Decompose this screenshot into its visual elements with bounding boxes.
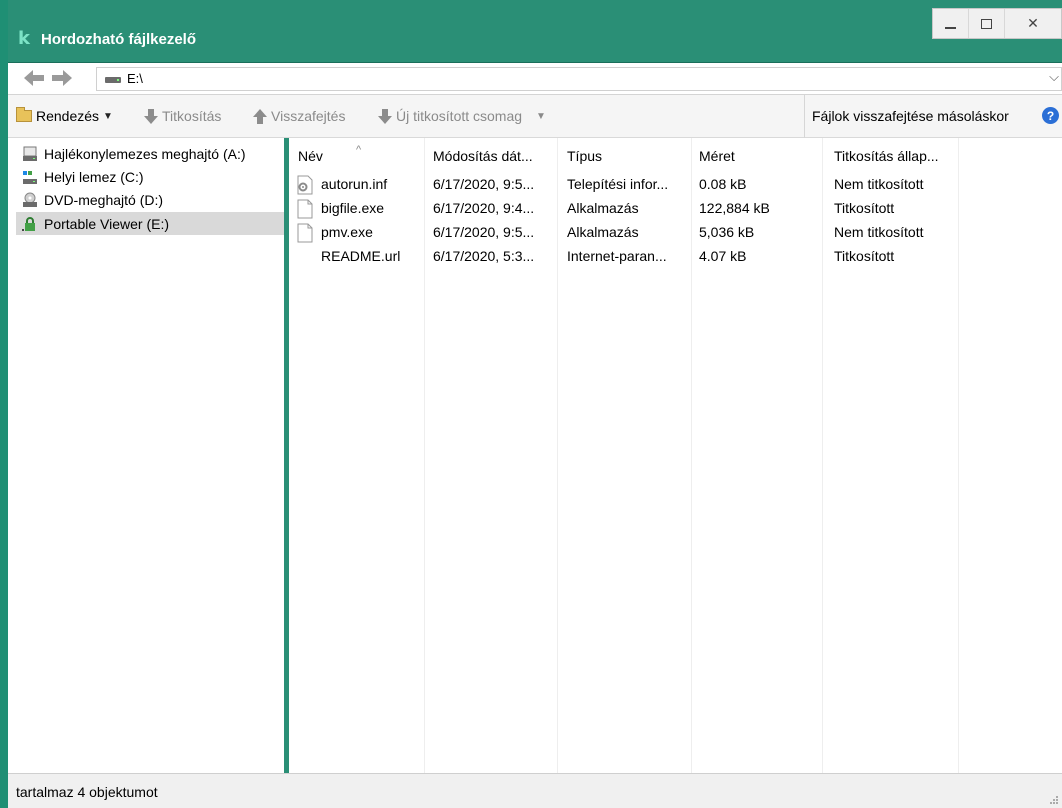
organize-label: Rendezés [36, 108, 100, 124]
table-row[interactable]: pmv.exe 6/17/2020, 9:5... Alkalmazás 5,0… [289, 221, 1062, 245]
file-modified: 6/17/2020, 5:3... [433, 248, 535, 264]
title-bar[interactable]: k Hordozható fájlkezelő ✕ [8, 0, 1062, 62]
decrypt-label: Visszafejtés [271, 108, 346, 124]
new-encrypted-package-button[interactable]: Új titkosított csomag ▼ [378, 108, 546, 124]
address-field[interactable]: E:\ ⌵ [96, 67, 1062, 91]
encrypt-button[interactable]: Titkosítás [144, 108, 221, 124]
tree-item-label: DVD-meghajtó (D:) [44, 191, 164, 208]
column-header-label: Név [298, 148, 323, 164]
file-size: 122,884 kB [699, 200, 770, 216]
file-name: pmv.exe [321, 224, 373, 240]
sort-ascending-icon: ^ [356, 144, 362, 156]
minimize-button[interactable] [933, 9, 969, 38]
floppy-drive-icon [23, 146, 37, 161]
chevron-down-icon[interactable]: ▼ [536, 111, 546, 122]
up-arrow-icon [253, 108, 267, 124]
address-path: E:\ [127, 71, 143, 86]
table-row[interactable]: README.url 6/17/2020, 5:3... Internet-pa… [289, 245, 1062, 269]
column-header-size[interactable]: Méret [699, 148, 735, 164]
chevron-down-icon: ▼ [103, 110, 113, 122]
file-modified: 6/17/2020, 9:5... [433, 224, 535, 240]
drive-icon [105, 77, 121, 83]
window-controls: ✕ [932, 8, 1062, 39]
file-size: 5,036 kB [699, 224, 755, 240]
new-package-label: Új titkosított csomag [396, 108, 523, 124]
tree-item-dvd[interactable]: DVD-meghajtó (D:) [16, 188, 284, 211]
down-arrow-icon [378, 108, 392, 124]
decrypt-button[interactable]: Visszafejtés [253, 108, 345, 124]
file-size: 4.07 kB [699, 248, 747, 264]
file-name: README.url [321, 248, 401, 264]
help-icon[interactable]: ? [1042, 107, 1059, 124]
status-text: tartalmaz 4 objektumot [16, 784, 158, 800]
maximize-icon [981, 18, 992, 29]
column-header-modified[interactable]: Módosítás dát... [433, 148, 533, 164]
local-disk-icon [23, 170, 37, 184]
file-type: Alkalmazás [567, 200, 639, 216]
file-type: Alkalmazás [567, 224, 639, 240]
tree-item-local-disk[interactable]: Helyi lemez (C:) [16, 165, 284, 188]
tree-item-label: Hajlékonylemezes meghajtó (A:) [44, 145, 246, 162]
column-header-status[interactable]: Titkosítás állap... [834, 148, 939, 164]
table-row[interactable]: bigfile.exe 6/17/2020, 9:4... Alkalmazás… [289, 197, 1062, 221]
toolbar-divider [804, 95, 805, 138]
maximize-button[interactable] [969, 9, 1005, 38]
file-icon [297, 223, 313, 243]
address-dropdown-icon[interactable]: ⌵ [1049, 69, 1059, 85]
column-header-name[interactable]: Név ^ [298, 144, 361, 164]
file-type: Telepítési infor... [567, 176, 669, 192]
folder-icon [16, 107, 32, 122]
decrypt-on-copy-toggle[interactable]: Fájlok visszafejtése másoláskor [812, 108, 1009, 124]
tree-item-floppy[interactable]: Hajlékonylemezes meghajtó (A:) [16, 142, 284, 165]
file-list: Név ^ Módosítás dát... Típus Méret Titko… [289, 138, 1062, 773]
file-modified: 6/17/2020, 9:4... [433, 200, 535, 216]
app-window: k Hordozható fájlkezelő ✕ E:\ ⌵ Rendezés… [0, 0, 1062, 808]
organize-button[interactable]: Rendezés ▼ [16, 107, 113, 124]
file-modified: 6/17/2020, 9:5... [433, 176, 535, 192]
close-icon: ✕ [1027, 15, 1039, 31]
close-button[interactable]: ✕ [1005, 9, 1061, 38]
main-content: Hajlékonylemezes meghajtó (A:) Helyi lem… [8, 138, 1062, 773]
settings-file-icon [297, 175, 313, 195]
drive-tree: Hajlékonylemezes meghajtó (A:) Helyi lem… [16, 138, 284, 773]
resize-grip-icon[interactable] [1048, 794, 1058, 804]
down-arrow-icon [144, 108, 158, 124]
dvd-drive-icon [23, 192, 37, 207]
file-encryption-status: Nem titkosított [834, 176, 924, 192]
status-bar: tartalmaz 4 objektumot [8, 773, 1062, 808]
app-logo-icon: k [18, 28, 30, 49]
tree-item-portable-viewer[interactable]: Portable Viewer (E:) [16, 212, 284, 235]
window-title: Hordozható fájlkezelő [41, 31, 197, 48]
file-encryption-status: Titkosított [834, 200, 895, 216]
address-bar: E:\ ⌵ [8, 62, 1062, 95]
tree-item-label: Portable Viewer (E:) [44, 215, 170, 232]
tree-item-label: Helyi lemez (C:) [44, 168, 144, 185]
file-type: Internet-paran... [567, 248, 667, 264]
file-size: 0.08 kB [699, 176, 747, 192]
file-name: autorun.inf [321, 176, 388, 192]
file-name: bigfile.exe [321, 200, 385, 216]
table-row[interactable]: autorun.inf 6/17/2020, 9:5... Telepítési… [289, 173, 1062, 197]
encrypted-drive-icon [22, 216, 35, 231]
file-encryption-status: Titkosított [834, 248, 895, 264]
forward-arrow-icon[interactable] [52, 70, 72, 86]
file-icon [297, 199, 313, 219]
minimize-icon [945, 26, 956, 29]
decrypt-on-copy-label: Fájlok visszafejtése másoláskor [812, 108, 1009, 124]
file-encryption-status: Nem titkosított [834, 224, 924, 240]
column-header-type[interactable]: Típus [567, 148, 602, 164]
toolbar: Rendezés ▼ Titkosítás Visszafejtés Új ti… [8, 95, 1062, 138]
back-arrow-icon[interactable] [24, 70, 44, 86]
encrypt-label: Titkosítás [162, 108, 222, 124]
